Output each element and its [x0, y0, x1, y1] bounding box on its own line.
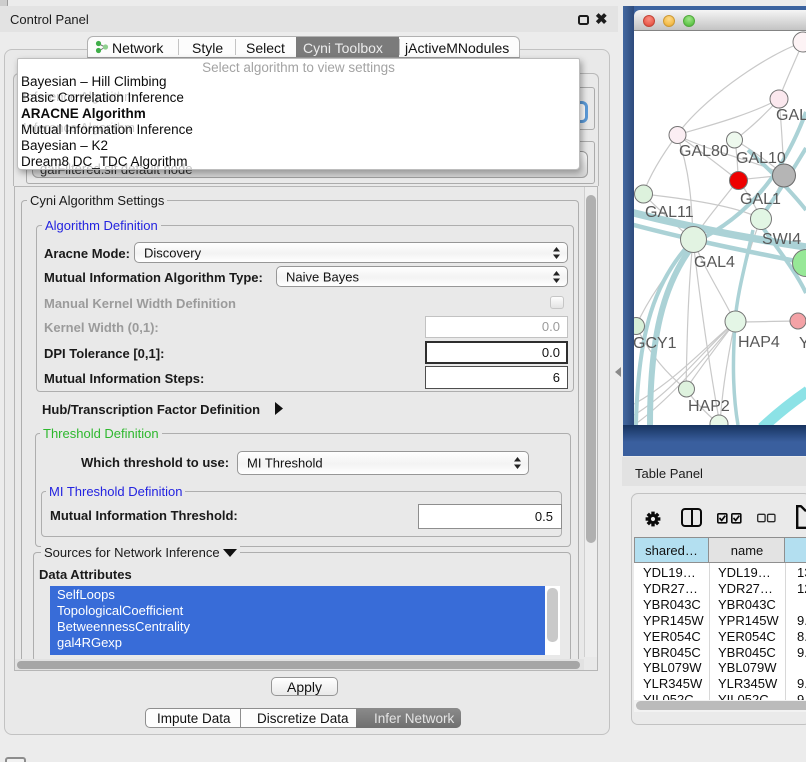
svg-text:GAL80: GAL80 [679, 143, 729, 160]
svg-text:GAL4: GAL4 [694, 254, 735, 271]
svg-text:GAL7: GAL7 [776, 107, 806, 124]
svg-text:GAL11: GAL11 [645, 204, 694, 221]
svg-text:HAP2: HAP2 [688, 398, 730, 415]
svg-text:Y: Y [799, 335, 806, 352]
svg-text:GAL1: GAL1 [740, 191, 781, 208]
svg-text:HAP4: HAP4 [738, 334, 780, 351]
svg-text:GAL10: GAL10 [736, 150, 786, 167]
svg-text:GCY1: GCY1 [634, 335, 677, 352]
svg-text:SWI4: SWI4 [762, 231, 801, 248]
